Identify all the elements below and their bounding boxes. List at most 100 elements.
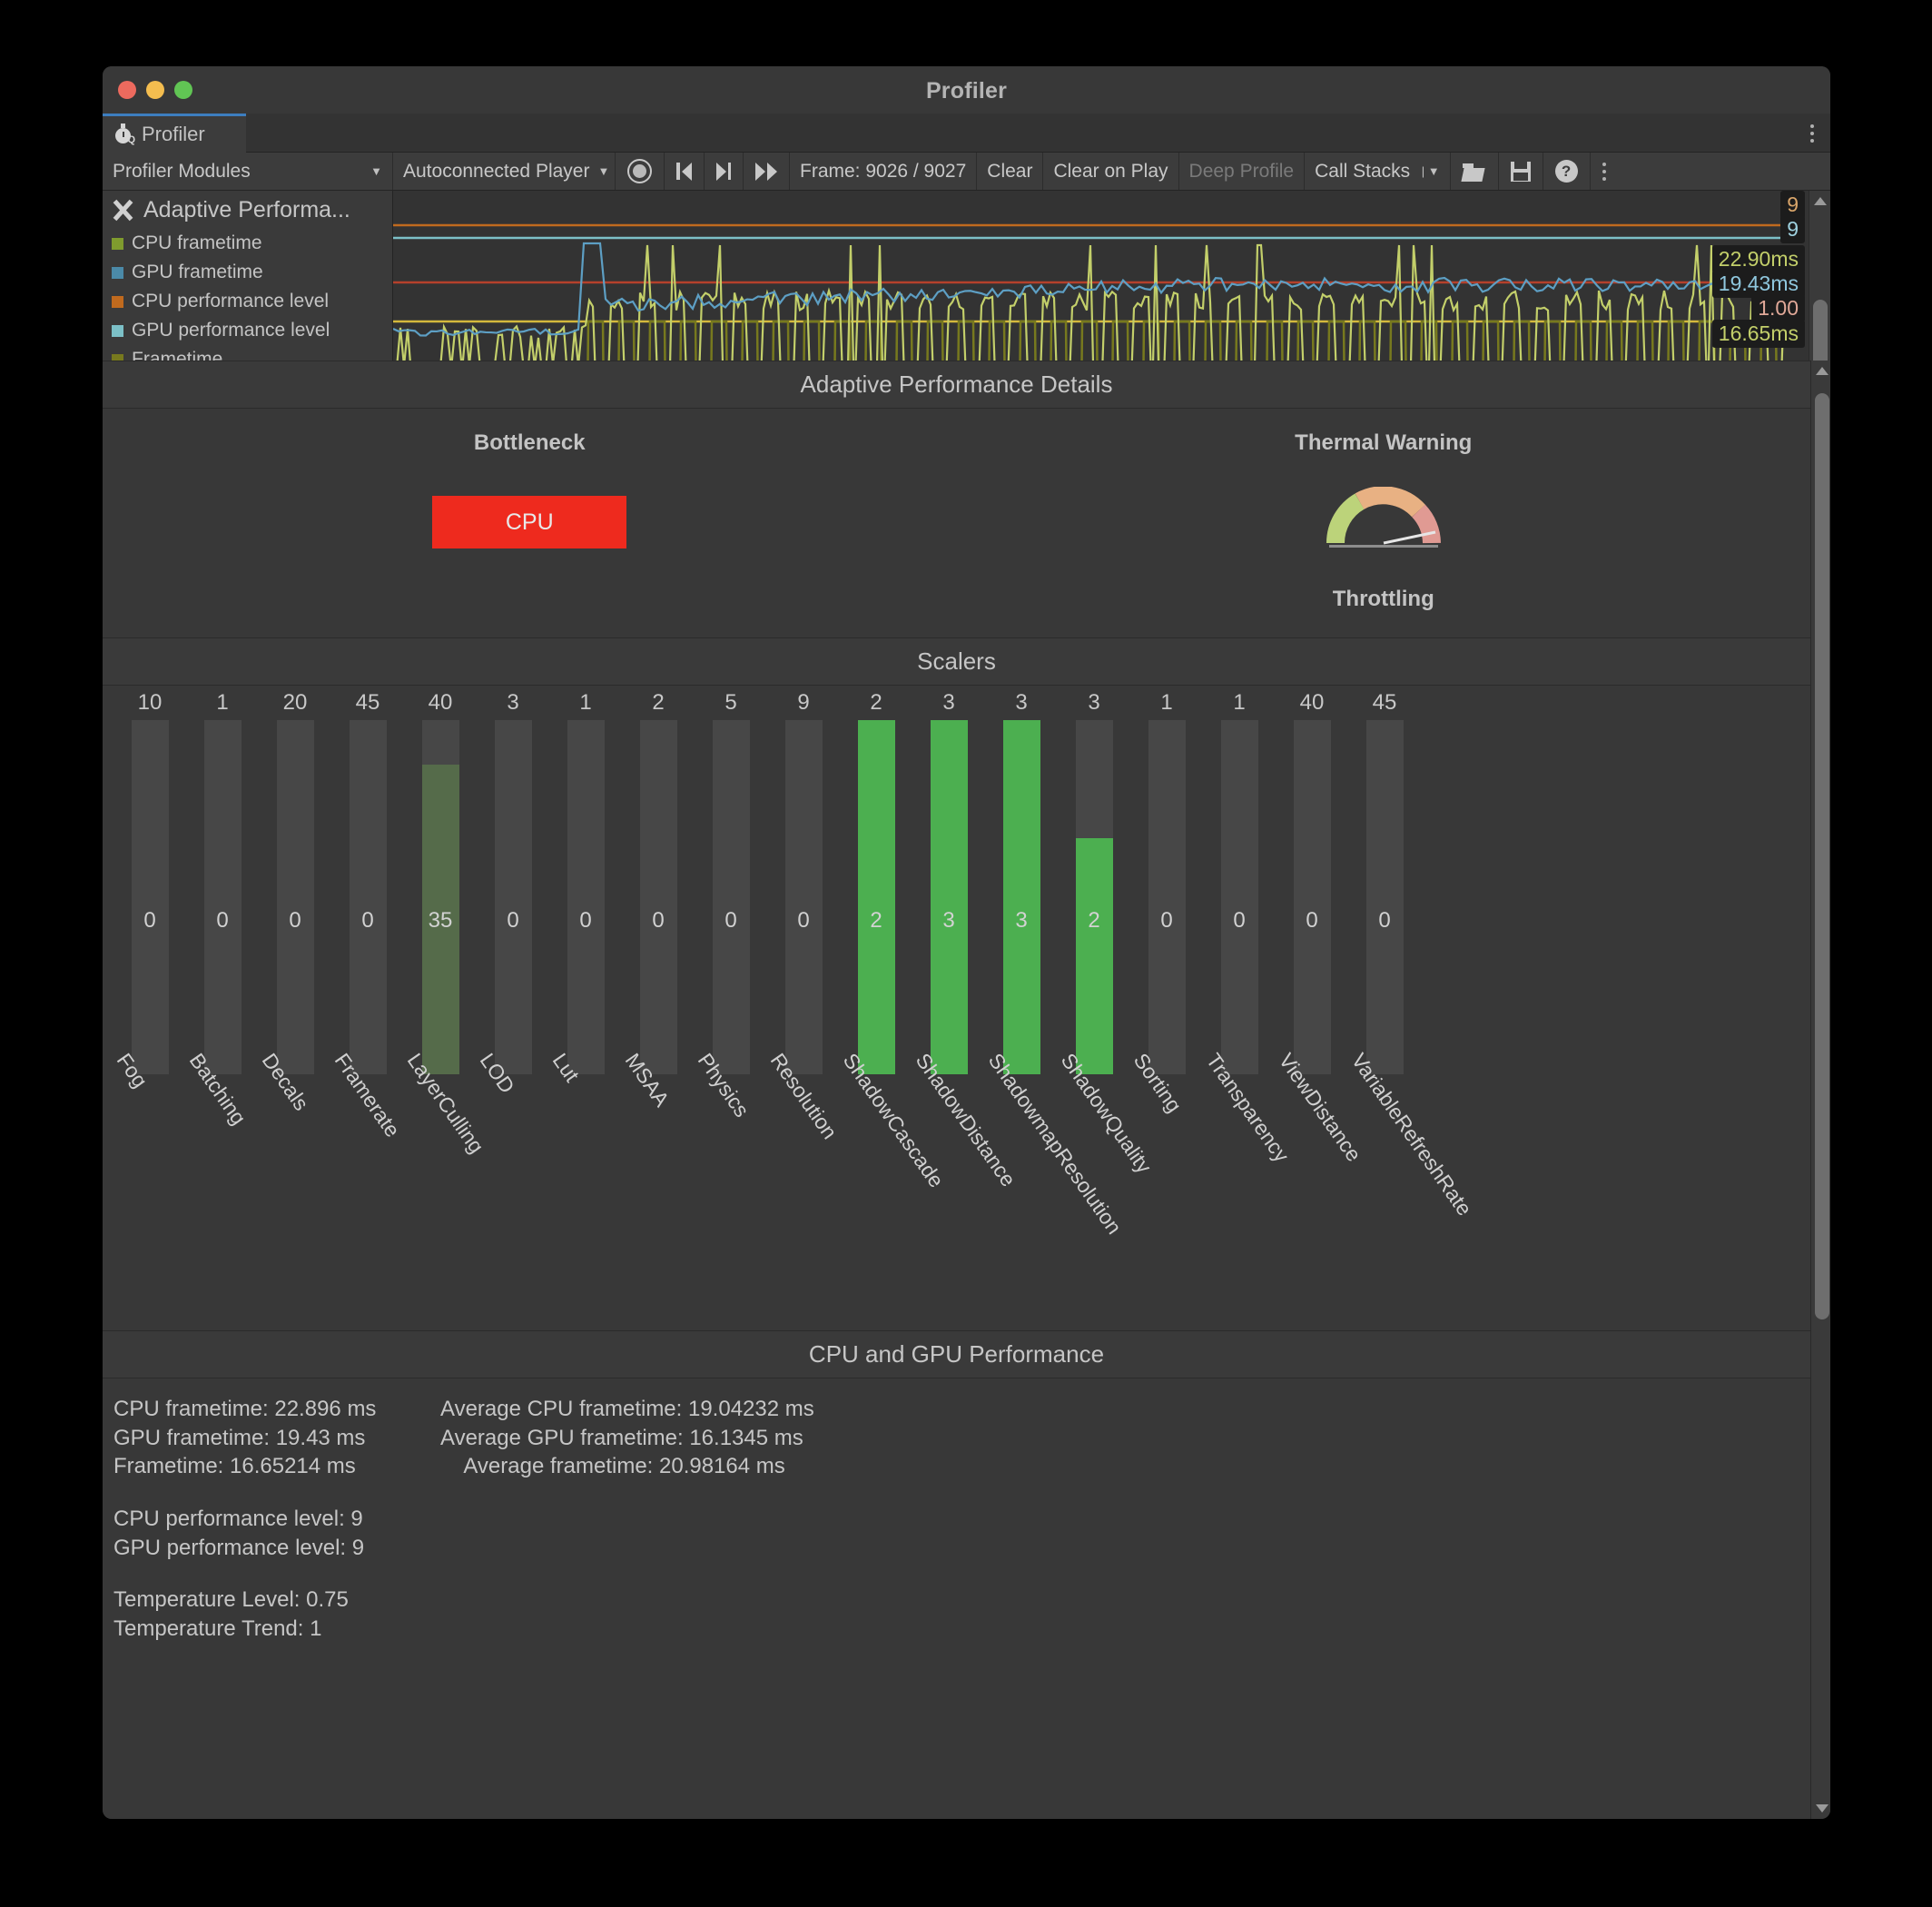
scaler-max-label: 3 <box>507 690 519 715</box>
legend-color-swatch <box>112 266 123 279</box>
scaler-current-label: 0 <box>361 908 374 933</box>
legend-item[interactable]: CPU performance level <box>112 287 392 316</box>
legend-item-label: GPU frametime <box>132 262 263 282</box>
scroll-down-icon[interactable] <box>1816 1804 1828 1813</box>
call-stacks-dropdown[interactable]: Call Stacks | ▼ <box>1305 153 1451 190</box>
scaler-track: 0 <box>639 720 677 1074</box>
scaler-track: 0 <box>349 720 387 1074</box>
scaler-name-label: VariableRefreshRate <box>1346 1049 1477 1220</box>
module-header[interactable]: Adaptive Performa... <box>112 197 392 223</box>
profiler-window: Profiler Q Profiler Profiler Modules ▼ A… <box>103 66 1830 1819</box>
graph-value-tag: 1.00 <box>1751 294 1805 323</box>
scaler-bar[interactable]: 5 0 Physics <box>694 686 767 1121</box>
scaler-bar[interactable]: 3 2 ShadowQuality <box>1057 686 1157 1178</box>
save-profile-button[interactable] <box>1499 153 1543 190</box>
toolbar-more-button[interactable] <box>1591 153 1618 190</box>
scaler-bar[interactable]: 1 0 Sorting <box>1129 686 1203 1117</box>
scalers-bar-group: 10 0 Fog 1 0 Batching 20 0 Decals 45 0 Framerate 40 3… <box>113 686 1477 1239</box>
legend-item-label: CPU frametime <box>132 232 262 253</box>
scroll-up-icon[interactable] <box>1816 367 1828 375</box>
performance-line: GPU frametime: 19.43 ms <box>113 1425 366 1450</box>
scaler-bar[interactable]: 3 3 ShadowDistance <box>912 686 1020 1191</box>
clear-button-label: Clear <box>987 160 1033 182</box>
scaler-track: 0 <box>203 720 242 1074</box>
clear-on-play-toggle[interactable]: Clear on Play <box>1043 153 1179 190</box>
scaler-current-label: 0 <box>143 908 156 933</box>
first-frame-button[interactable] <box>665 153 705 190</box>
tab-profiler-label: Profiler <box>142 123 205 145</box>
scaler-bar[interactable]: 1 0 Batching <box>185 686 259 1129</box>
deep-profile-toggle[interactable]: Deep Profile <box>1179 153 1306 190</box>
scroll-up-icon[interactable] <box>1814 197 1827 205</box>
record-button[interactable] <box>616 153 665 190</box>
performance-line: Average frametime: 20.98164 ms <box>440 1454 785 1479</box>
scaler-bar[interactable]: 45 0 Framerate <box>330 686 405 1141</box>
scaler-bar[interactable]: 3 3 ShadowmapResolution <box>984 686 1127 1239</box>
scaler-bar[interactable]: 1 0 Transparency <box>1202 686 1294 1166</box>
graph-value-tag: 9 <box>1780 215 1805 244</box>
scaler-max-label: 45 <box>1372 690 1397 715</box>
scaler-track: 2 <box>1075 720 1113 1074</box>
performance-line: Temperature Trend: 1 <box>113 1616 322 1642</box>
legend-color-swatch <box>112 237 123 250</box>
next-frame-button[interactable] <box>705 153 744 190</box>
scaler-fill <box>930 720 968 1074</box>
scaler-max-label: 20 <box>282 690 308 715</box>
scaler-max-label: 1 <box>579 690 592 715</box>
legend-item[interactable]: GPU frametime <box>112 258 392 287</box>
scaler-current-label: 0 <box>1306 908 1318 933</box>
window-titlebar: Profiler <box>103 66 1830 114</box>
scaler-track: 0 <box>567 720 605 1074</box>
profiler-modules-dropdown[interactable]: Profiler Modules ▼ <box>103 153 393 190</box>
scaler-bar[interactable]: 1 0 Lut <box>548 686 622 1086</box>
scaler-bar[interactable]: 2 0 MSAA <box>621 686 695 1111</box>
scaler-max-label: 2 <box>652 690 665 715</box>
legend-item[interactable]: GPU performance level <box>112 316 392 345</box>
more-options-icon[interactable] <box>1803 121 1821 146</box>
graph-value-tag: 16.65ms <box>1711 320 1805 349</box>
performance-columns: CPU frametime: 22.896 ms GPU frametime: 1… <box>113 1395 1810 1481</box>
performance-line: GPU performance level: 9 <box>113 1535 365 1560</box>
profiler-toolbar: Profiler Modules ▼ Autoconnected Player … <box>103 153 1830 191</box>
performance-line: Temperature Level: 0.75 <box>113 1587 349 1613</box>
scaler-max-label: 40 <box>1299 690 1325 715</box>
details-scrollbar[interactable] <box>1810 361 1830 1819</box>
load-profile-button[interactable] <box>1451 153 1499 190</box>
scaler-max-label: 3 <box>942 690 955 715</box>
scaler-current-label: 35 <box>428 908 453 933</box>
last-frame-button[interactable] <box>744 153 790 190</box>
scaler-track: 0 <box>131 720 169 1074</box>
thermal-section: Thermal Warning Throttling <box>957 430 1811 637</box>
performance-left-column: CPU frametime: 22.896 ms GPU frametime: 1… <box>113 1395 440 1481</box>
scaler-current-label: 0 <box>652 908 665 933</box>
scaler-bar[interactable]: 3 0 LOD <box>476 686 549 1098</box>
scaler-track: 35 <box>421 720 459 1074</box>
help-button[interactable]: ? <box>1543 153 1591 190</box>
performance-line: CPU performance level: 9 <box>113 1507 363 1532</box>
performance-body: CPU frametime: 22.896 ms GPU frametime: 1… <box>103 1378 1810 1644</box>
scaler-bar[interactable]: 45 0 VariableRefreshRate <box>1347 686 1477 1220</box>
scaler-max-label: 9 <box>797 690 810 715</box>
tab-profiler[interactable]: Q Profiler <box>103 114 246 153</box>
clear-button[interactable]: Clear <box>977 153 1044 190</box>
scaler-bar[interactable]: 2 2 ShadowCascade <box>839 686 949 1191</box>
scaler-track: 0 <box>784 720 823 1074</box>
scaler-fill <box>857 720 895 1074</box>
scaler-bar[interactable]: 40 35 LayerCulling <box>403 686 489 1158</box>
scaler-bar[interactable]: 10 0 Fog <box>113 686 186 1092</box>
scaler-track: 0 <box>1365 720 1404 1074</box>
scaler-bar[interactable]: 20 0 Decals <box>258 686 331 1115</box>
call-stacks-label: Call Stacks <box>1315 160 1411 182</box>
scaler-current-label: 3 <box>1015 908 1028 933</box>
scaler-bar[interactable]: 9 0 Resolution <box>766 686 843 1143</box>
scaler-bar[interactable]: 40 0 ViewDistance <box>1275 686 1366 1166</box>
performance-temperature: Temperature Level: 0.75 Temperature Trend… <box>113 1586 1810 1643</box>
legend-color-swatch <box>112 324 123 337</box>
help-icon: ? <box>1554 160 1578 183</box>
more-options-icon <box>1602 162 1606 181</box>
skip-to-end-icon <box>755 162 777 181</box>
target-player-dropdown[interactable]: Autoconnected Player ▼ <box>393 153 616 190</box>
scaler-name-label: ShadowmapResolution <box>983 1049 1127 1239</box>
scrollbar-thumb[interactable] <box>1815 393 1829 1319</box>
legend-item[interactable]: CPU frametime <box>112 229 392 258</box>
